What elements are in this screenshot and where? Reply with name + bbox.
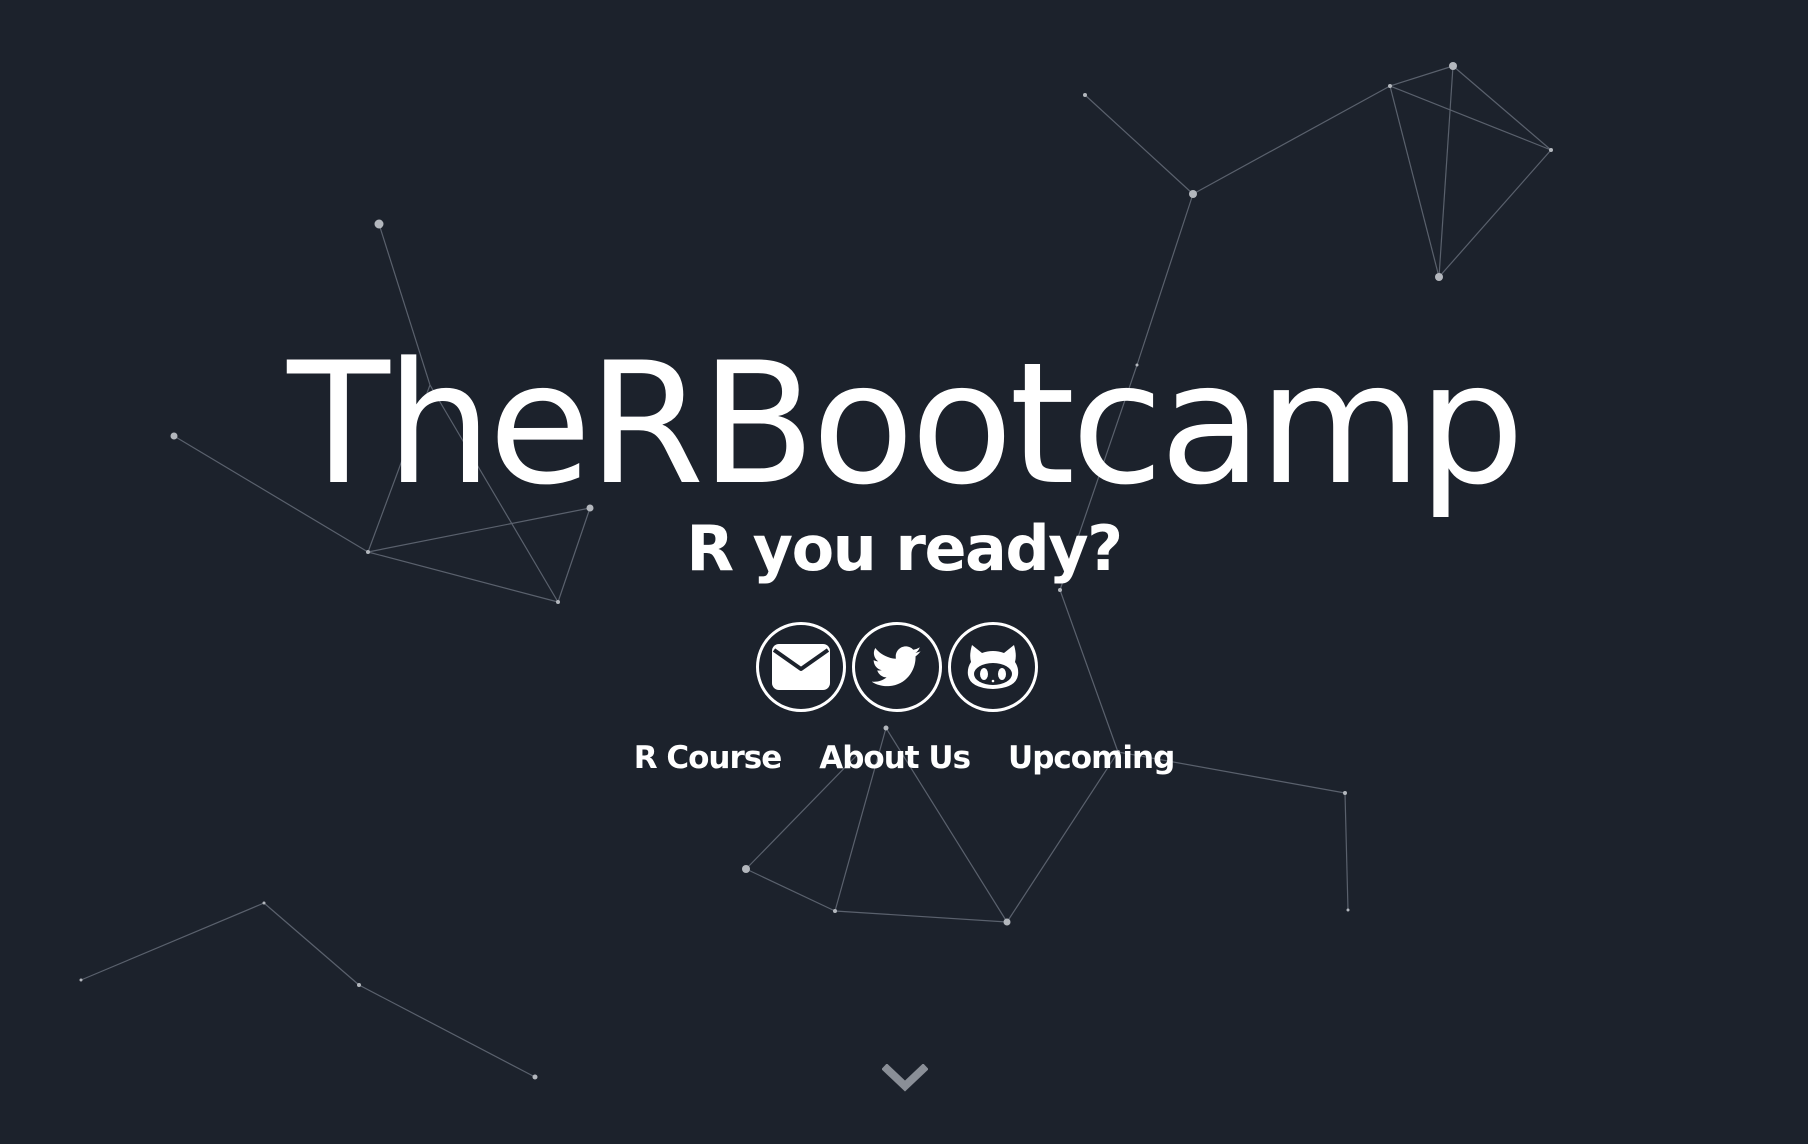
nav-link-about-us[interactable]: About Us [819,740,971,776]
github-button[interactable] [948,622,1038,712]
scroll-down-button[interactable] [881,1063,929,1094]
email-button[interactable] [756,622,846,712]
main-nav: R Course About Us Upcoming [0,740,1808,776]
nav-link-upcoming[interactable]: Upcoming [1008,740,1175,776]
chevron-down-icon [881,1063,929,1092]
envelope-icon [772,644,830,690]
nav-link-r-course[interactable]: R Course [634,740,783,776]
github-octocat-icon [967,645,1019,689]
twitter-bird-icon [872,646,922,687]
social-links [756,622,1038,712]
site-tagline: R you ready? [686,512,1123,585]
site-title: TheRBootcamp [287,326,1525,522]
hero-section: TheRBootcamp R you ready? R Course About… [0,0,1808,1144]
twitter-button[interactable] [852,622,942,712]
